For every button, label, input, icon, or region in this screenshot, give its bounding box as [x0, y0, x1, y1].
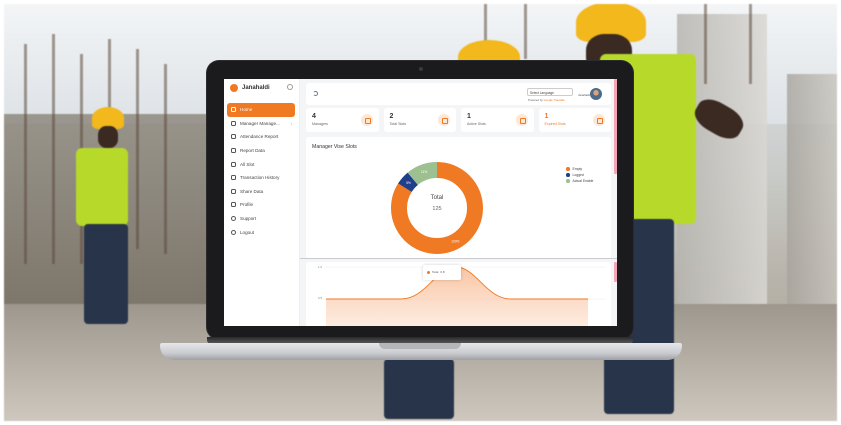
stat-label: Total Slots: [389, 122, 407, 126]
sidebar-item-logout[interactable]: Logout: [227, 225, 295, 239]
sidebar: Janahaldi Home Manager Manage... › Atten…: [224, 79, 300, 326]
trend-chart-card: 1.0 0.5 2023-01-17 Total 0.8: [306, 262, 611, 326]
stat-icon: [360, 114, 373, 126]
legend-item-actual-enable[interactable]: Actual Enable: [566, 179, 593, 183]
stat-card-total-slots[interactable]: 2 Total Slots: [383, 108, 456, 132]
legend-dot: [566, 179, 570, 183]
users-icon: [231, 120, 236, 126]
tooltip-row: Total 0.8: [427, 270, 445, 274]
brand-logo-icon: [230, 84, 238, 92]
brand[interactable]: Janahaldi: [230, 84, 270, 92]
stat-icon: [593, 114, 605, 126]
sidebar-nav: Home Manager Manage... › Attendance Repo…: [227, 103, 295, 239]
tooltip-date: 2023-01-17: [423, 262, 461, 263]
sidebar-item-profile[interactable]: Profile: [227, 198, 295, 212]
manager-slots-card: Manager Vise Slots 100% 5% 11% Total 125 E…: [306, 137, 611, 259]
brand-name: Janahaldi: [242, 85, 270, 91]
legend-item-logged[interactable]: Logged: [566, 173, 593, 177]
powered-by: Powered by Google Translate: [528, 98, 565, 102]
grid-icon: [231, 161, 236, 167]
stat-value: 1: [467, 113, 471, 120]
legend-label: Actual Enable: [572, 179, 594, 183]
powered-by-label: Powered by: [528, 97, 543, 102]
stat-icon: [438, 114, 450, 126]
sidebar-item-share-data[interactable]: Share Data: [227, 185, 295, 199]
laptop-notch: [379, 343, 461, 349]
camera-dot: [419, 67, 423, 71]
home-icon: [231, 107, 236, 113]
sidebar-item-label: Profile: [240, 202, 254, 208]
stat-card-active-slots[interactable]: 1 Active Slots: [461, 108, 534, 132]
power-icon: [231, 229, 236, 235]
sidebar-item-label: Share Data: [240, 188, 264, 194]
sidebar-item-support[interactable]: Support: [227, 212, 295, 226]
legend-label: Logged: [572, 173, 584, 177]
stat-card-managers[interactable]: 4 Managers: [306, 108, 379, 132]
stat-card-expired-slots[interactable]: 1 Expired Slots: [538, 108, 611, 132]
sidebar-item-home[interactable]: Home: [227, 103, 295, 117]
stats-row: 4 Managers 2 Total Slots 1 Active Slots …: [306, 108, 611, 132]
theme-toggle-icon[interactable]: [313, 91, 318, 96]
user-icon: [231, 175, 236, 181]
user-name: Janahaldi: [578, 93, 590, 97]
donut-chart: 100% 5% 11% Total 125: [388, 159, 486, 257]
chart-tooltip: 2023-01-17 Total 0.8: [423, 262, 461, 280]
tooltip-dot: [427, 270, 430, 274]
sidebar-item-label: Support: [240, 216, 257, 222]
sidebar-item-report-data[interactable]: Report Data: [227, 144, 295, 158]
sidebar-item-label: Home: [240, 107, 253, 113]
legend-dot: [566, 167, 570, 171]
donut-total-value: 125: [432, 206, 442, 212]
document-icon: [231, 148, 236, 154]
card-title: Manager Vise Slots: [312, 144, 357, 150]
legend-item-empty[interactable]: Empty: [566, 167, 593, 171]
legend-label: Empty: [572, 167, 583, 171]
donut-slice-label: 11%: [421, 170, 427, 174]
language-select-value: Select Language: [530, 90, 554, 95]
tooltip-value: 0.8: [440, 270, 445, 274]
chevron-right-icon: ›: [290, 120, 292, 126]
topbar: Select Language Powered by Google Transl…: [306, 83, 611, 105]
stat-value: 1: [544, 113, 549, 120]
sidebar-item-manager-management[interactable]: Manager Manage... ›: [227, 117, 295, 131]
donut-total-label: Total: [430, 195, 444, 201]
sidebar-item-label: Manager Manage...: [240, 120, 280, 126]
document-icon: [231, 134, 236, 140]
sidebar-item-attendance-report[interactable]: Attendance Report: [227, 130, 295, 144]
sidebar-item-transaction-history[interactable]: Transaction History: [227, 171, 295, 185]
legend-dot: [566, 173, 570, 177]
sidebar-item-label: Attendance Report: [240, 134, 279, 140]
scrollbar[interactable]: [614, 79, 617, 174]
user-icon: [231, 188, 236, 194]
chart-legend: Empty Logged Actual Enable: [566, 167, 593, 185]
stat-value: 2: [389, 113, 394, 120]
language-select[interactable]: Select Language: [527, 88, 573, 96]
dashboard-screen: Janahaldi Home Manager Manage... › Atten…: [224, 79, 617, 326]
stat-label: Managers: [312, 122, 328, 126]
stat-label: Active Slots: [467, 122, 486, 126]
divider: [300, 258, 617, 259]
stat-label: Expired Slots: [544, 122, 566, 126]
sidebar-item-label: Transaction History: [240, 175, 280, 181]
donut-slice-label: 5%: [406, 181, 411, 185]
tooltip-series: Total: [432, 270, 439, 274]
stat-icon: [515, 114, 528, 126]
avatar[interactable]: [590, 88, 602, 100]
stat-value: 4: [312, 113, 316, 120]
user-icon: [231, 202, 236, 208]
sidebar-item-label: Logout: [240, 229, 255, 235]
settings-icon: [231, 216, 236, 222]
google-translate-link[interactable]: Google Translate: [544, 98, 565, 102]
donut-slice-label: 100%: [451, 239, 459, 243]
sidebar-item-label: Report Data: [240, 148, 265, 154]
settings-icon[interactable]: [287, 84, 293, 90]
sidebar-item-all-slot[interactable]: All Slot: [227, 157, 295, 171]
sidebar-item-label: All Slot: [240, 161, 255, 167]
scrollbar[interactable]: [614, 262, 617, 282]
